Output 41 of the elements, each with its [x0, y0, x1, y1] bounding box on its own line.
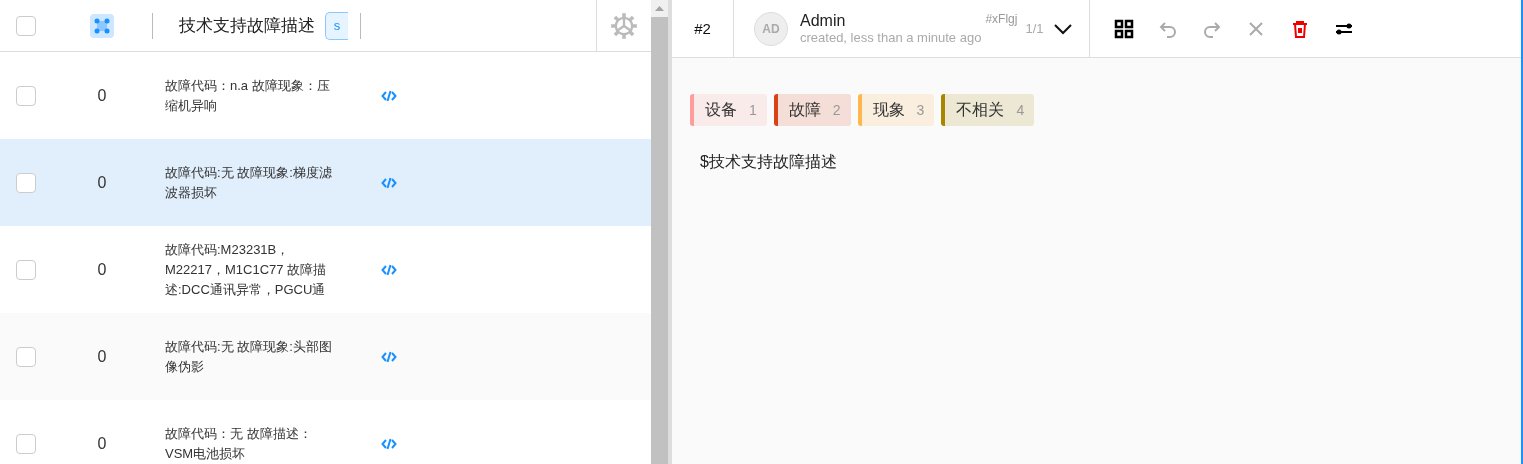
user-name: Admin [800, 12, 847, 30]
label-tag[interactable]: 不相关 4 [941, 94, 1035, 126]
row-text: 故障代码：n.a 故障现象：压缩机异响 [165, 76, 331, 115]
nodes-icon[interactable] [90, 13, 114, 38]
code-icon [381, 263, 397, 276]
code-icon [381, 176, 397, 189]
annotation-count: 0 [97, 260, 107, 279]
task-text: $技术支持故障描述 [700, 152, 838, 172]
row-checkbox[interactable] [16, 85, 36, 106]
created-time: created, less than a minute ago [800, 30, 982, 45]
code-icon [381, 437, 397, 450]
row-text: 故障代码:M23231B，M22217，M1C1C77 故障描述:DCC通讯异常，PGCU通 [165, 240, 328, 299]
row-checkbox[interactable] [16, 346, 36, 367]
settings-icon[interactable] [610, 11, 638, 40]
row-checkbox[interactable] [16, 433, 36, 454]
code-icon [381, 350, 397, 363]
row-text: 故障代码:无 故障现象:头部图像伪影 [165, 337, 333, 376]
task-row[interactable]: 0 故障代码:无 故障现象:梯度滤波器损坏 [0, 139, 651, 226]
row-text: 故障代码:无 故障现象:梯度滤波器损坏 [165, 163, 333, 202]
annotation-id: #xFlgj [985, 12, 1018, 26]
grid-icon[interactable] [1114, 18, 1134, 39]
annotation-count: 0 [97, 86, 107, 105]
annotation-count: 0 [97, 347, 107, 366]
annotation-count: 0 [97, 434, 107, 453]
chevron-down-icon[interactable] [1053, 22, 1074, 35]
label-tag[interactable]: 设备 1 [690, 94, 767, 126]
label-tag[interactable]: 故障 2 [773, 94, 851, 126]
task-row[interactable]: 0 故障代码:无 故障现象:头部图像伪影 [0, 313, 651, 400]
trash-icon[interactable] [1290, 18, 1310, 39]
code-icon [381, 89, 397, 102]
select-all-checkbox[interactable] [16, 15, 36, 36]
row-checkbox[interactable] [16, 259, 36, 280]
row-text: 故障代码：无 故障描述：VSM电池损坏 [165, 424, 313, 463]
row-checkbox[interactable] [16, 172, 36, 193]
scrollbar-thumb[interactable] [651, 17, 668, 464]
label-tag[interactable]: 现象 3 [857, 94, 935, 126]
annotation-pager: 1/1 [1025, 21, 1044, 36]
annotation-count: 0 [97, 173, 107, 192]
column-title: 技术支持故障描述 [179, 15, 315, 37]
user-avatar: AD [754, 11, 788, 46]
task-id: #2 [672, 0, 734, 57]
